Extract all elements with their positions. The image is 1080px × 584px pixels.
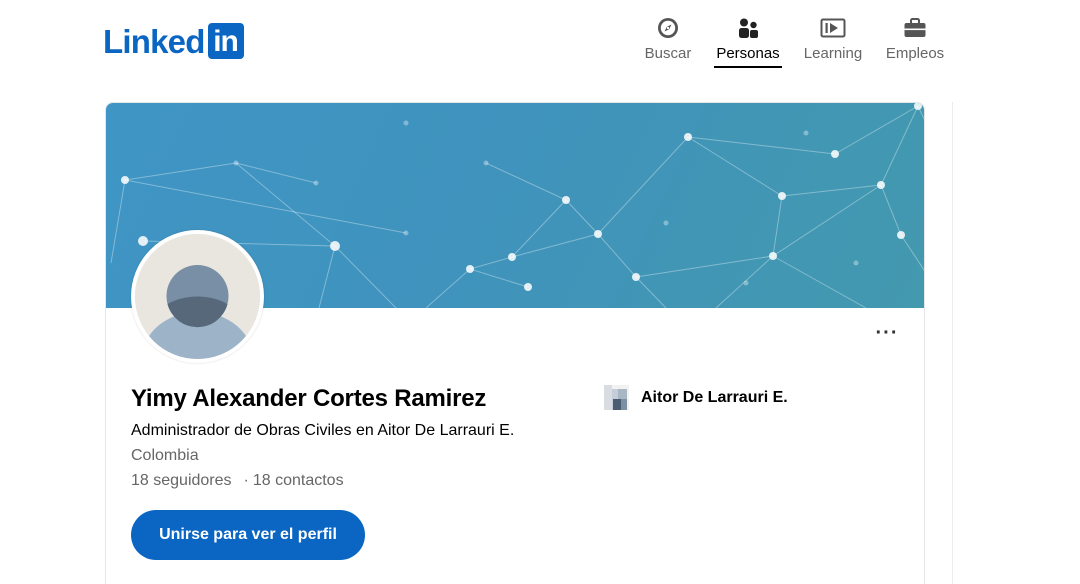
company-name: Aitor De Larrauri E. xyxy=(641,388,788,406)
current-company-link[interactable]: Aitor De Larrauri E. xyxy=(604,385,788,410)
nav-label-buscar: Buscar xyxy=(644,45,692,62)
profile-stats: 18 seguidores · 18 contactos xyxy=(131,472,344,490)
profile-location: Colombia xyxy=(131,447,199,464)
more-options-button[interactable]: ··· xyxy=(872,321,902,345)
avatar[interactable] xyxy=(131,230,264,363)
profile-name: Yimy Alexander Cortes Ramirez xyxy=(131,385,487,412)
people-icon xyxy=(735,16,761,40)
stats-separator: · xyxy=(243,472,249,489)
logo-wordmark: Linked xyxy=(103,22,205,60)
default-avatar-icon xyxy=(135,234,260,359)
join-to-view-profile-button[interactable]: Unirse para ver el perfil xyxy=(131,510,365,560)
nav-label-learning: Learning xyxy=(803,45,863,62)
nav-label-personas: Personas xyxy=(716,45,780,62)
nav-item-buscar[interactable]: Buscar xyxy=(636,16,700,68)
profile-card: ··· Yimy Alexander Cortes Ramirez Admini… xyxy=(105,102,925,584)
briefcase-icon xyxy=(902,16,928,40)
company-logo-icon xyxy=(604,385,629,410)
linkedin-logo[interactable]: Linked in xyxy=(103,22,244,60)
nav-item-learning[interactable]: Learning xyxy=(802,16,864,68)
profile-headline: Administrador de Obras Civiles en Aitor … xyxy=(131,422,515,439)
connections-count: 18 contactos xyxy=(252,472,344,489)
followers-count: 18 seguidores xyxy=(131,472,232,489)
play-video-icon xyxy=(820,16,846,40)
nav-item-personas[interactable]: Personas xyxy=(714,16,782,68)
nav-label-empleos: Empleos xyxy=(885,45,945,62)
side-column-edge xyxy=(952,102,953,584)
compass-icon xyxy=(655,16,681,40)
nav-item-empleos[interactable]: Empleos xyxy=(884,16,946,68)
top-nav: Buscar Personas Learning Empleos xyxy=(636,16,946,68)
logo-in-box: in xyxy=(207,23,244,59)
